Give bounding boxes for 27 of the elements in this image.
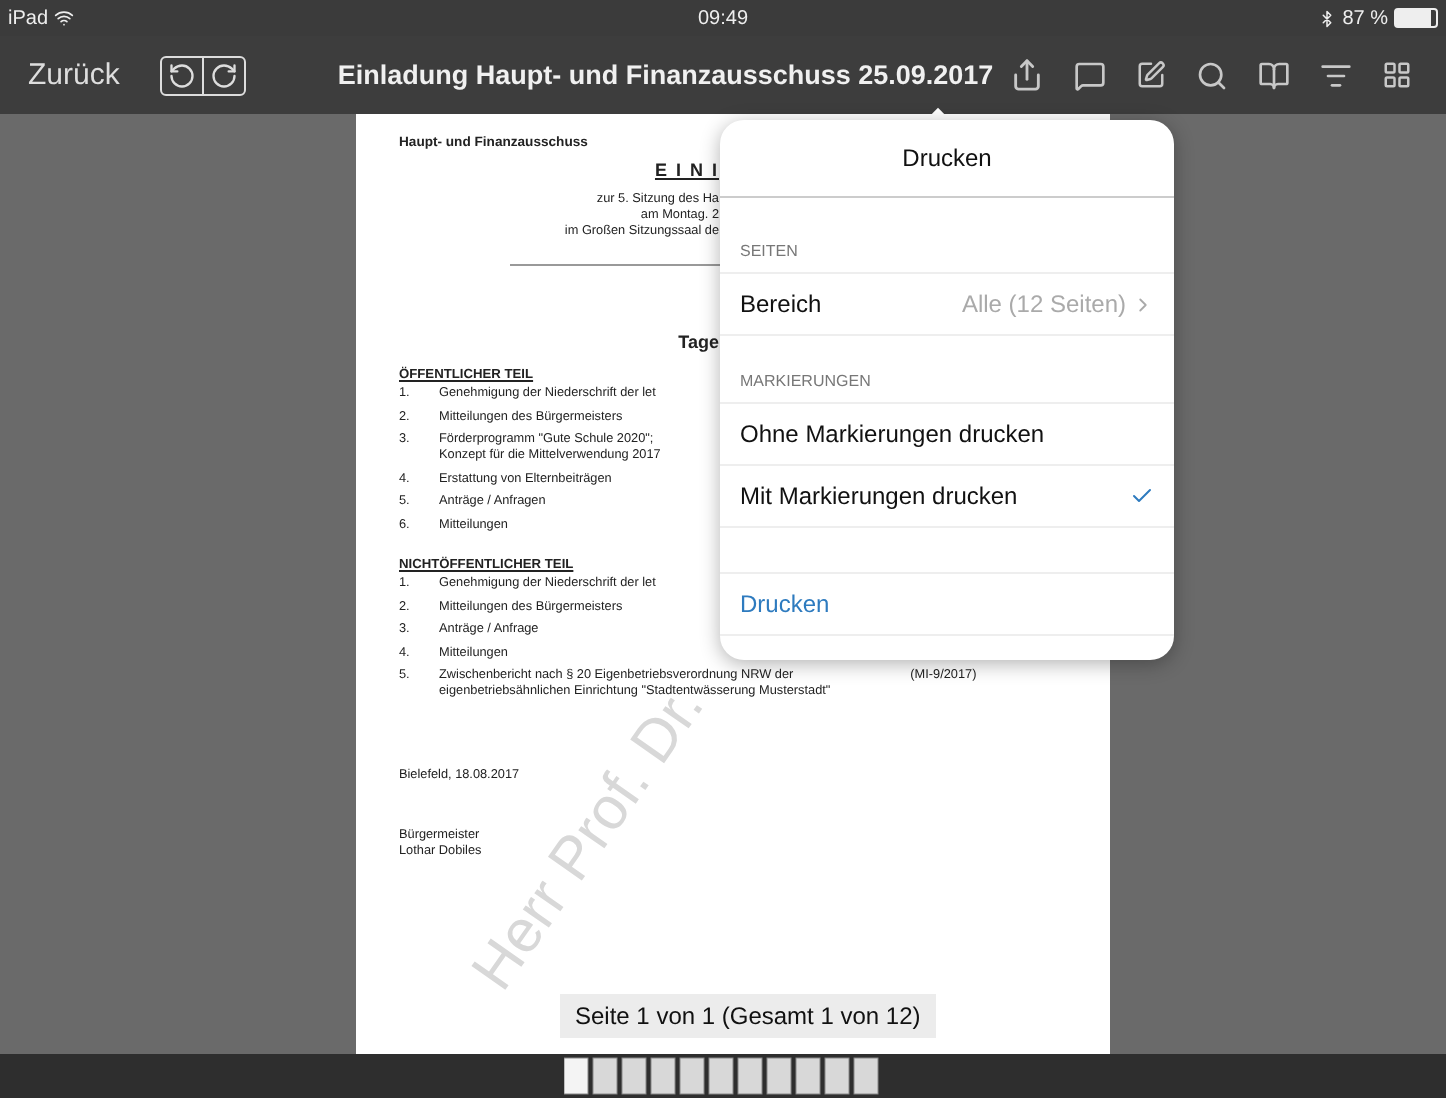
page-indicator: Seite 1 von 1 (Gesamt 1 von 12) [559,994,937,1038]
battery-percentage: 87 % [1342,7,1388,29]
section-header: MARKIERUNGEN [720,336,1174,404]
print-button[interactable]: Drucken [720,572,1174,636]
device-label: iPad [8,7,49,29]
section-header: SEITEN [720,198,1174,274]
back-button[interactable]: Zurück [16,58,132,92]
bluetooth-icon [1318,9,1337,27]
search-button[interactable] [1195,59,1228,91]
page-thumbnail-strip-drawing[interactable] [563,1056,883,1096]
grid-button[interactable] [1381,60,1412,90]
list-button[interactable] [1319,59,1352,91]
wifi-icon [54,8,75,28]
comment-button[interactable] [1073,59,1106,91]
battery-icon [1394,8,1438,28]
checkmark-icon [1130,484,1154,508]
option-row[interactable]: Mit Markierungen drucken [720,466,1174,528]
document-title: Einladung Haupt- und Finanzausschuss 25.09.2017 [337,60,994,90]
popover-title: Drucken [720,120,1174,198]
option-row[interactable]: Ohne Markierungen drucken [720,404,1174,466]
range-row[interactable]: Bereich Alle (12 Seiten) [720,274,1174,336]
agenda-title: Tage [676,332,719,352]
share-button[interactable] [1009,58,1044,92]
edit-button[interactable] [1135,60,1166,90]
book-button[interactable] [1257,59,1290,91]
clock-time: 09:49 [697,7,749,29]
document-heading: E I N I [654,160,719,180]
